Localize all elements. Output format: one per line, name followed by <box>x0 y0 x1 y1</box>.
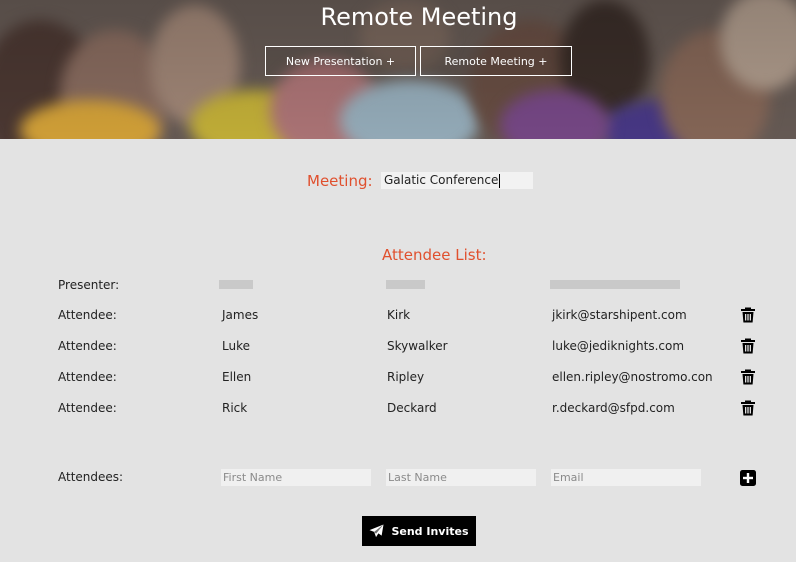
row-role: Attendee: <box>58 370 117 384</box>
email: ellen.ripley@nostromo.con <box>552 370 713 384</box>
trash-icon[interactable] <box>740 307 756 323</box>
presenter-label: Presenter: <box>58 278 120 292</box>
email: jkirk@starshipent.com <box>552 308 687 322</box>
email: r.deckard@sfpd.com <box>552 401 675 415</box>
table-row: Attendee: Luke Skywalker luke@jediknight… <box>0 336 796 356</box>
attendee-list-title: Attendee List: <box>382 246 487 264</box>
presenter-first-redacted <box>219 280 253 289</box>
send-invites-label: Send Invites <box>391 524 469 538</box>
send-invites-button[interactable]: Send Invites <box>362 516 476 546</box>
first-name: Ellen <box>222 370 252 384</box>
trash-icon[interactable] <box>740 400 756 416</box>
row-role: Attendee: <box>58 308 117 322</box>
last-name-input[interactable]: Last Name <box>386 469 536 486</box>
last-name: Deckard <box>387 401 437 415</box>
presenter-row: Presenter: <box>0 275 796 295</box>
plus-icon[interactable] <box>740 470 756 486</box>
row-role: Attendee: <box>58 401 117 415</box>
add-attendees-label: Attendees: <box>58 470 124 484</box>
last-name: Ripley <box>387 370 425 384</box>
presenter-last-redacted <box>386 280 425 289</box>
paper-plane-icon <box>369 524 384 538</box>
last-name: Skywalker <box>387 339 448 353</box>
presenter-email-redacted <box>550 280 680 289</box>
trash-icon[interactable] <box>740 338 756 354</box>
text-caret <box>499 173 501 188</box>
table-row: Attendee: Ellen Ripley ellen.ripley@nost… <box>0 367 796 387</box>
meeting-name-value: Galatic Conference <box>384 173 499 187</box>
trash-icon[interactable] <box>740 369 756 385</box>
last-name: Kirk <box>387 308 411 322</box>
meeting-name-input[interactable]: Galatic Conference <box>381 172 533 189</box>
meeting-label: Meeting: <box>307 172 373 190</box>
email-input[interactable]: Email <box>551 469 701 486</box>
first-name: Rick <box>222 401 248 415</box>
new-presentation-button[interactable]: New Presentation + <box>265 46 416 76</box>
page-title: Remote Meeting <box>320 3 518 31</box>
row-role: Attendee: <box>58 339 117 353</box>
remote-meeting-button[interactable]: Remote Meeting + <box>420 46 572 76</box>
table-row: Attendee: James Kirk jkirk@starshipent.c… <box>0 305 796 325</box>
email: luke@jediknights.com <box>552 339 685 353</box>
first-name-input[interactable]: First Name <box>221 469 371 486</box>
first-name: Luke <box>222 339 250 353</box>
first-name: James <box>222 308 259 322</box>
table-row: Attendee: Rick Deckard r.deckard@sfpd.co… <box>0 398 796 418</box>
